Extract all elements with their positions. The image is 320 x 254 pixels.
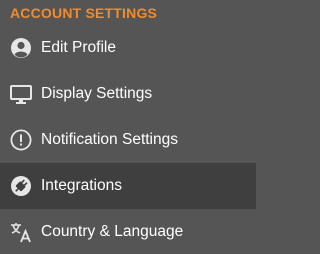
settings-menu: Edit Profile Display Settings Notificati…	[0, 25, 256, 254]
menu-item-country-language[interactable]: Country & Language	[0, 209, 256, 254]
menu-item-edit-profile[interactable]: Edit Profile	[0, 25, 256, 71]
translate-icon	[10, 221, 32, 243]
exclamation-circle-icon	[10, 129, 32, 151]
menu-item-display-settings[interactable]: Display Settings	[0, 71, 256, 117]
menu-item-integrations[interactable]: Integrations	[0, 163, 256, 209]
section-title: ACCOUNT SETTINGS	[10, 5, 158, 21]
plug-circle-icon	[10, 175, 32, 197]
menu-item-label: Display Settings	[41, 85, 153, 102]
user-circle-icon	[10, 37, 32, 59]
menu-item-label: Integrations	[41, 177, 122, 194]
menu-item-label: Notification Settings	[41, 131, 178, 148]
menu-item-notification-settings[interactable]: Notification Settings	[0, 117, 256, 163]
menu-item-label: Country & Language	[41, 223, 184, 240]
menu-item-label: Edit Profile	[41, 39, 116, 56]
account-settings-panel: ACCOUNT SETTINGS Edit Profile Display Se…	[0, 0, 256, 254]
monitor-icon	[10, 83, 32, 105]
